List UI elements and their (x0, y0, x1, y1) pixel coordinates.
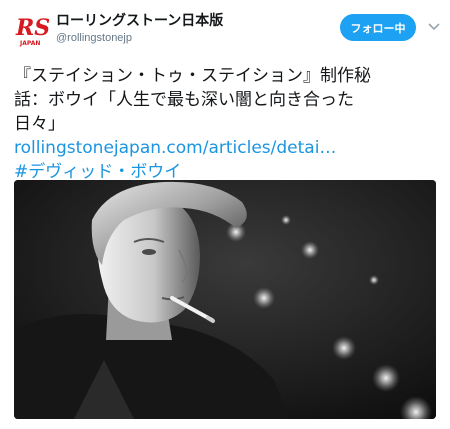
rolling-stone-logo-avatar[interactable]: RS JAPAN (14, 12, 50, 48)
display-name[interactable]: ローリングストーン日本版 (56, 12, 223, 30)
article-link[interactable]: rollingstonejapan.com/articles/detai… (14, 136, 436, 160)
tweet-text-line: 日々」 (14, 114, 65, 134)
following-button[interactable]: フォロー中 (340, 14, 416, 41)
rs-logo-text: RS (15, 15, 50, 41)
portrait-photo-image (14, 180, 436, 419)
tweet-text: 『ステイション・トゥ・ステイション』制作秘 話：ボウイ「人生で最も深い闇と向き合… (14, 64, 436, 184)
account-handle[interactable]: @rollingstonejp (56, 31, 223, 45)
tweet-card: RS JAPAN ローリングストーン日本版 @rollingstonejp フォ… (0, 0, 450, 429)
tweet-text-line: 『ステイション・トゥ・ステイション』制作秘 (14, 66, 371, 86)
chevron-down-icon[interactable] (428, 22, 440, 32)
tweet-text-line: 話：ボウイ「人生で最も深い闇と向き合った (14, 90, 354, 110)
tweet-header: RS JAPAN ローリングストーン日本版 @rollingstonejp フォ… (14, 10, 440, 50)
account-names: ローリングストーン日本版 @rollingstonejp (56, 12, 223, 45)
rs-logo-icon: RS JAPAN (15, 15, 50, 47)
tweet-photo[interactable] (14, 180, 436, 419)
rs-logo-subtext: JAPAN (19, 40, 40, 47)
